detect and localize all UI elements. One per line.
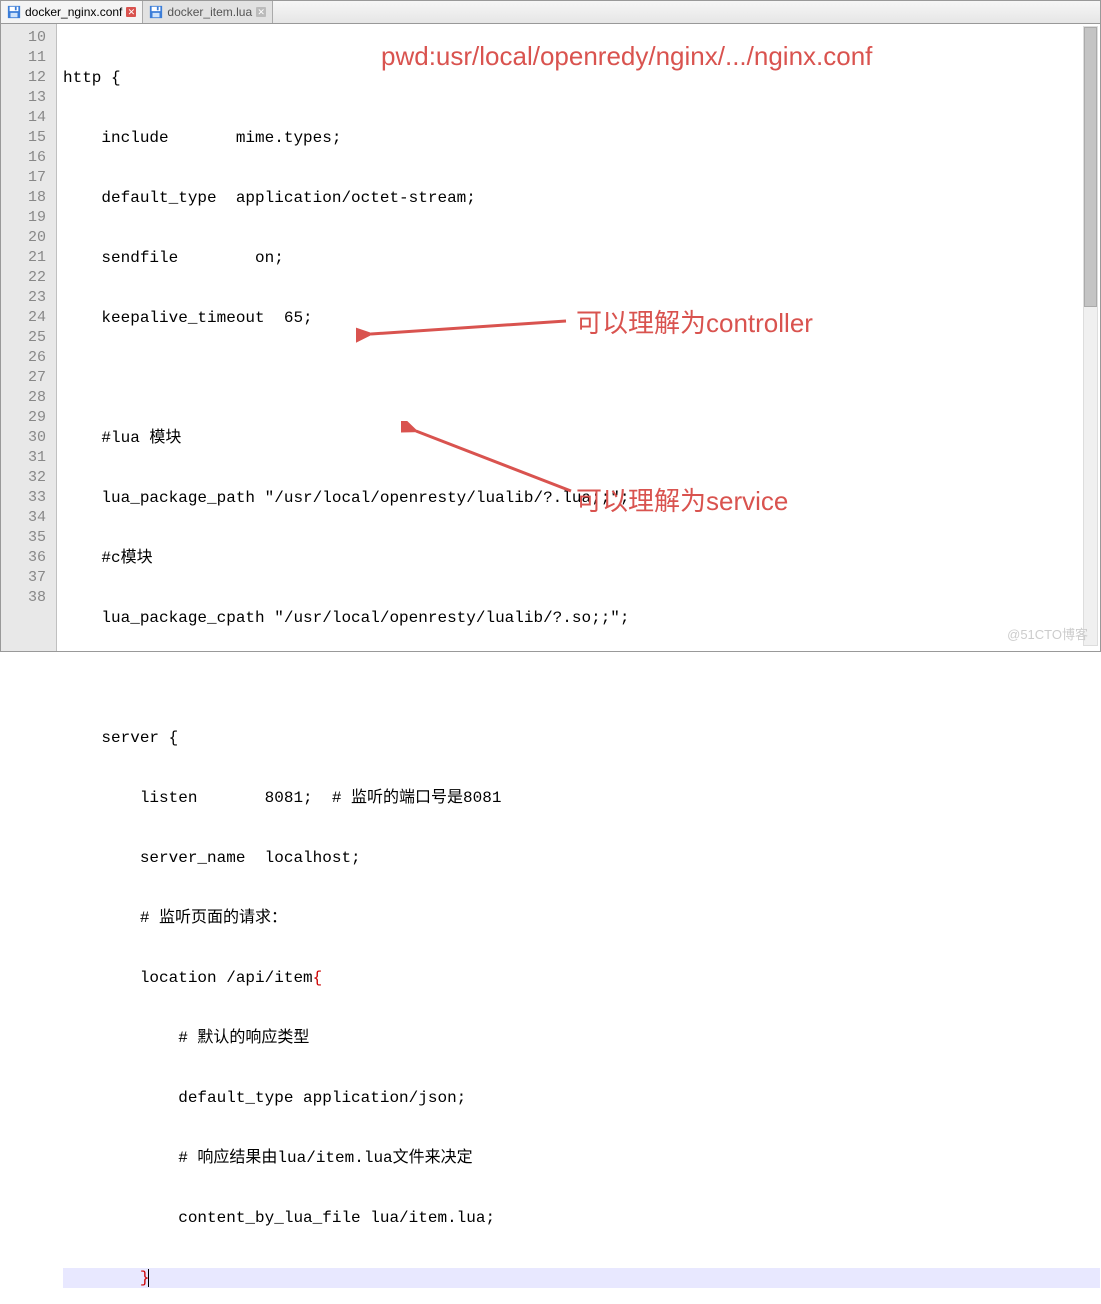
line-number-gutter: 1011121314151617181920212223242526272829… (1, 24, 57, 651)
scrollbar-thumb[interactable] (1084, 27, 1097, 307)
line-number: 21 (1, 248, 46, 268)
tab-label: docker_nginx.conf (25, 5, 122, 19)
code-line: content_by_lua_file lua/item.lua; (63, 1208, 1100, 1228)
line-number: 36 (1, 548, 46, 568)
vertical-scrollbar[interactable] (1083, 26, 1098, 646)
tab-docker-item-lua[interactable]: docker_item.lua ✕ (143, 1, 273, 23)
line-number: 27 (1, 368, 46, 388)
line-number: 22 (1, 268, 46, 288)
code-line: include mime.types; (63, 128, 1100, 148)
line-number: 20 (1, 228, 46, 248)
code-line: server { (63, 728, 1100, 748)
open-brace: { (313, 969, 323, 987)
line-number: 25 (1, 328, 46, 348)
code-line: lua_package_path "/usr/local/openresty/l… (63, 488, 1100, 508)
line-number: 35 (1, 528, 46, 548)
code-line: sendfile on; (63, 248, 1100, 268)
tab-label: docker_item.lua (167, 5, 252, 19)
code-line: #lua 模块 (63, 428, 1100, 448)
code-line: location /api/item{ (63, 968, 1100, 988)
code-line: # 响应结果由lua/item.lua文件来决定 (63, 1148, 1100, 1168)
line-number: 38 (1, 588, 46, 608)
editor: 1011121314151617181920212223242526272829… (1, 24, 1100, 651)
line-number: 10 (1, 28, 46, 48)
line-number: 34 (1, 508, 46, 528)
tab-docker-nginx-conf[interactable]: docker_nginx.conf ✕ (1, 1, 143, 23)
code-line: server_name localhost; (63, 848, 1100, 868)
close-icon[interactable]: ✕ (126, 7, 136, 17)
tab-bar: docker_nginx.conf ✕ docker_item.lua ✕ (1, 1, 1100, 24)
code-line: # 默认的响应类型 (63, 1028, 1100, 1048)
line-number: 30 (1, 428, 46, 448)
code-line: default_type application/json; (63, 1088, 1100, 1108)
line-number: 37 (1, 568, 46, 588)
line-number: 11 (1, 48, 46, 68)
watermark: @51CTO博客 (1007, 624, 1088, 643)
code-line-current: } (63, 1268, 1100, 1288)
line-number: 18 (1, 188, 46, 208)
code-line: lua_package_cpath "/usr/local/openresty/… (63, 608, 1100, 628)
code-line: #c模块 (63, 548, 1100, 568)
line-number: 15 (1, 128, 46, 148)
line-number: 16 (1, 148, 46, 168)
line-number: 33 (1, 488, 46, 508)
line-number: 26 (1, 348, 46, 368)
code-line: http { (63, 68, 1100, 88)
code-line: keepalive_timeout 65; (63, 308, 1100, 328)
line-number: 14 (1, 108, 46, 128)
code-line: listen 8081; # 监听的端口号是8081 (63, 788, 1100, 808)
save-icon (7, 5, 21, 19)
code-line (63, 668, 1100, 688)
close-icon[interactable]: ✕ (256, 7, 266, 17)
line-number: 23 (1, 288, 46, 308)
line-number: 29 (1, 408, 46, 428)
line-number: 13 (1, 88, 46, 108)
code-line: default_type application/octet-stream; (63, 188, 1100, 208)
line-number: 32 (1, 468, 46, 488)
line-number: 19 (1, 208, 46, 228)
line-number: 31 (1, 448, 46, 468)
line-number: 28 (1, 388, 46, 408)
code-line: # 监听页面的请求： (63, 908, 1100, 928)
line-number: 12 (1, 68, 46, 88)
code-area[interactable]: http { include mime.types; default_type … (57, 24, 1100, 651)
line-number: 24 (1, 308, 46, 328)
code-line (63, 368, 1100, 388)
line-number: 17 (1, 168, 46, 188)
save-icon (149, 5, 163, 19)
